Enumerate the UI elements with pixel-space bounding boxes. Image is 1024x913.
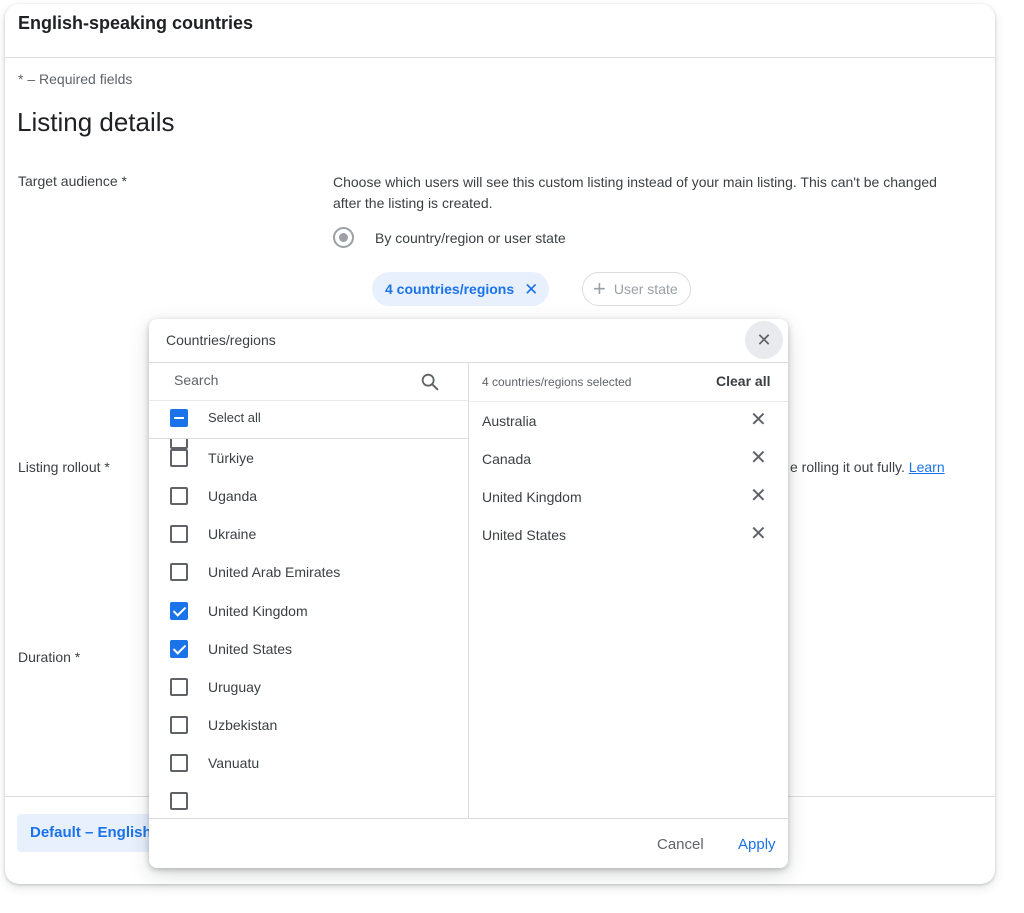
selected-item: United States ✕ — [469, 516, 788, 554]
selected-country-label: Canada — [482, 451, 532, 467]
selected-item: United Kingdom ✕ — [469, 478, 788, 516]
search-input[interactable] — [174, 372, 404, 388]
learn-more-link[interactable]: Learn — [909, 459, 945, 475]
user-state-chip[interactable]: + User state — [582, 272, 691, 306]
checkbox[interactable] — [170, 678, 188, 696]
checkbox[interactable] — [170, 640, 188, 658]
card-title: English-speaking countries — [18, 13, 254, 33]
country-label: Uzbekistan — [208, 717, 278, 733]
country-label: Ukraine — [208, 526, 257, 542]
close-icon[interactable]: ✕ — [745, 321, 783, 359]
select-all-label: Select all — [208, 410, 261, 425]
country-label: Vanuatu — [208, 755, 260, 771]
country-item[interactable]: Uzbekistan — [149, 706, 468, 744]
search-row — [149, 363, 468, 401]
select-all-row[interactable]: Select all — [149, 401, 468, 439]
checkbox[interactable] — [170, 525, 188, 543]
country-item[interactable]: Ukraine — [149, 515, 468, 553]
country-item[interactable]: Türkiye — [149, 439, 468, 477]
country-item[interactable]: Vanuatu — [149, 744, 468, 782]
radio-dot — [339, 233, 348, 242]
country-picker-pane: Select all Türkiye Uganda Ukraine United… — [149, 362, 469, 818]
selected-count: 4 countries/regions selected — [482, 375, 632, 389]
selected-country-label: United Kingdom — [482, 489, 582, 505]
remove-icon[interactable]: ✕ — [750, 486, 767, 506]
selected-item: Australia ✕ — [469, 402, 788, 440]
country-item[interactable]: Uruguay — [149, 668, 468, 706]
selected-country-label: United States — [482, 527, 567, 543]
country-item[interactable]: United States — [149, 630, 468, 668]
country-list[interactable]: Türkiye Uganda Ukraine United Arab Emira… — [149, 431, 468, 818]
target-audience-description: Choose which users will see this custom … — [333, 174, 937, 211]
countries-dialog: Countries/regions ✕ Select all Türkiye — [149, 319, 788, 868]
clear-all-button[interactable]: Clear all — [716, 373, 770, 389]
search-icon[interactable] — [419, 371, 441, 393]
radio-label: By country/region or user state — [375, 229, 566, 246]
required-fields-note: * – Required fields — [18, 71, 133, 87]
selected-item: Canada ✕ — [469, 440, 788, 478]
list-item[interactable] — [149, 782, 468, 818]
cancel-button[interactable]: Cancel — [657, 836, 704, 853]
countries-chip[interactable]: 4 countries/regions ✕ — [372, 272, 550, 306]
country-label: Uganda — [208, 488, 258, 504]
country-label: Uruguay — [208, 679, 261, 695]
radio-by-country[interactable]: By country/region or user state — [333, 227, 566, 248]
checkbox[interactable] — [170, 487, 188, 505]
rollout-text: e rolling it out fully. — [790, 459, 905, 475]
radio-button[interactable] — [333, 227, 354, 248]
listing-rollout-label: Listing rollout * — [18, 459, 110, 475]
checkbox[interactable] — [170, 754, 188, 772]
duration-label: Duration * — [18, 649, 81, 665]
checkbox[interactable] — [170, 792, 188, 810]
select-all-checkbox[interactable] — [170, 409, 188, 427]
apply-button[interactable]: Apply — [738, 836, 776, 853]
dialog-footer: Cancel Apply — [149, 818, 788, 868]
dialog-title: Countries/regions — [166, 332, 276, 348]
remove-icon[interactable]: ✕ — [750, 524, 767, 544]
close-icon[interactable]: ✕ — [524, 281, 538, 298]
countries-chip-label: 4 countries/regions — [385, 281, 515, 297]
checkbox[interactable] — [170, 449, 188, 467]
country-item[interactable]: United Arab Emirates — [149, 553, 468, 591]
selected-country-label: Australia — [482, 413, 537, 429]
country-item[interactable]: United Kingdom — [149, 592, 468, 630]
checkbox[interactable] — [170, 716, 188, 734]
selected-pane: 4 countries/regions selected Clear all A… — [469, 362, 788, 818]
remove-icon[interactable]: ✕ — [750, 410, 767, 430]
section-title: Listing details — [17, 107, 175, 137]
card-header: English-speaking countries — [5, 4, 995, 58]
checkbox[interactable] — [170, 602, 188, 620]
country-label: United Arab Emirates — [208, 564, 341, 580]
country-label: United Kingdom — [208, 603, 308, 619]
country-item[interactable]: Uganda — [149, 477, 468, 515]
user-state-chip-label: User state — [613, 281, 678, 297]
rollout-description: e rolling it out fully. Learn — [790, 459, 945, 475]
checkbox[interactable] — [170, 563, 188, 581]
plus-icon: + — [593, 276, 606, 301]
remove-icon[interactable]: ✕ — [750, 448, 767, 468]
target-audience-label: Target audience * — [18, 173, 127, 189]
country-label: Türkiye — [208, 450, 254, 466]
country-label: United States — [208, 641, 293, 657]
